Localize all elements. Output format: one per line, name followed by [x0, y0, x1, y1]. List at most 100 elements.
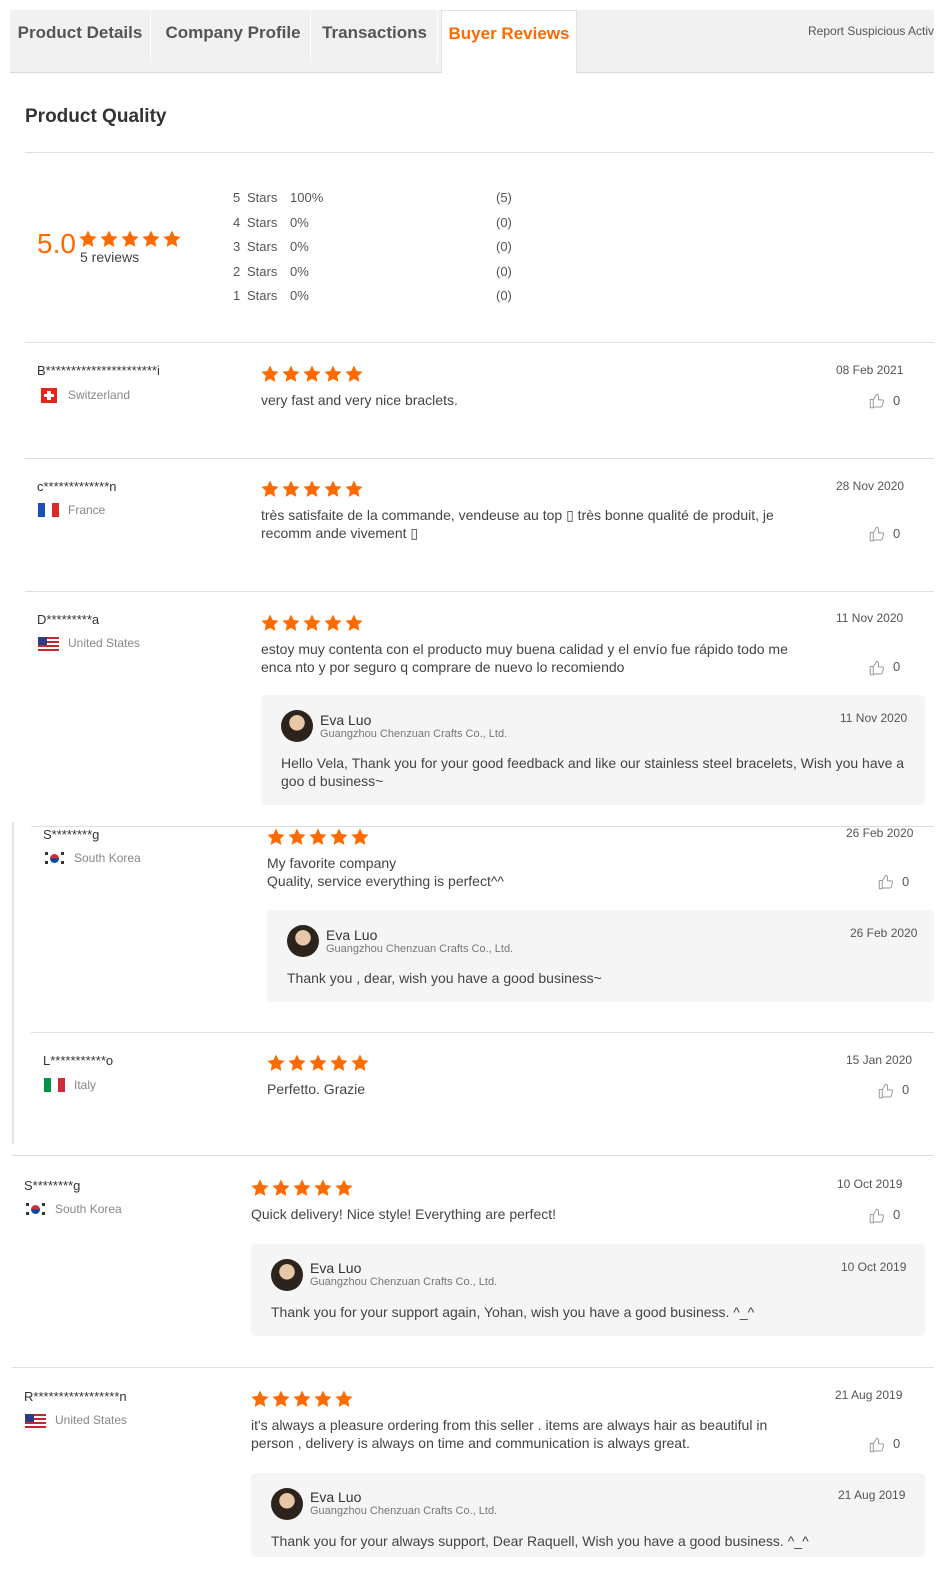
- thumbs-up-icon[interactable]: [868, 1436, 886, 1454]
- reply-text: Hello Vela, Thank you for your good feed…: [281, 755, 905, 789]
- reviewer-country: Italy: [74, 1078, 97, 1092]
- star-icon: [292, 1178, 312, 1198]
- seller-avatar: [287, 925, 319, 957]
- review-text: estoy muy contenta con el producto muy b…: [261, 641, 788, 675]
- review-date: 28 Nov 2020: [836, 479, 905, 493]
- reply-text: Thank you , dear, wish you have a good b…: [287, 970, 602, 986]
- star-icon: [99, 229, 119, 249]
- switzerland-flag-icon: [41, 388, 57, 403]
- star-icon: [323, 613, 343, 633]
- star-icon: [350, 827, 370, 847]
- reply-date: 26 Feb 2020: [850, 926, 918, 940]
- thumbs-up-icon[interactable]: [868, 659, 886, 677]
- review-text: Quick delivery! Nice style! Everything a…: [251, 1206, 557, 1222]
- seller-reply: Eva Luo Guangzhou Chenzuan Crafts Co., L…: [251, 1244, 925, 1336]
- star-icon: [271, 1389, 291, 1409]
- star-icon: [302, 479, 322, 499]
- review-text: Quality, service everything is perfect^^: [267, 873, 504, 889]
- divider: [25, 152, 934, 153]
- reviewer-country: France: [68, 503, 106, 517]
- like-count: 0: [893, 1207, 901, 1222]
- star-icon: [302, 364, 322, 384]
- like-count: 0: [902, 874, 910, 889]
- divider: [31, 1032, 934, 1033]
- reviewer-country: United States: [68, 636, 141, 650]
- review-stars: [260, 613, 364, 633]
- review-stars: [260, 364, 364, 384]
- tab-product-details[interactable]: Product Details: [10, 10, 151, 62]
- star-icon: [260, 479, 280, 499]
- star-icon: [334, 1178, 354, 1198]
- distribution-row: 5 Stars 100% (5): [233, 190, 533, 208]
- report-suspicious-link[interactable]: Report Suspicious Activity: [808, 24, 934, 38]
- review-stars: [260, 479, 364, 499]
- star-icon: [308, 827, 328, 847]
- star-icon: [323, 364, 343, 384]
- star-icon: [334, 1389, 354, 1409]
- star-icon: [162, 229, 182, 249]
- thumbs-up-icon[interactable]: [868, 1207, 886, 1225]
- tab-company-profile[interactable]: Company Profile: [156, 10, 311, 62]
- seller-reply: Eva Luo Guangzhou Chenzuan Crafts Co., L…: [267, 910, 934, 1002]
- tab-buyer-reviews[interactable]: Buyer Reviews: [441, 10, 577, 73]
- review-date: 15 Jan 2020: [846, 1053, 913, 1067]
- seller-company: Guangzhou Chenzuan Crafts Co., Ltd.: [326, 943, 514, 955]
- review-date: 26 Feb 2020: [846, 826, 914, 840]
- star-icon: [281, 364, 301, 384]
- reviewer-name: D*********a: [37, 612, 100, 627]
- star-icon: [329, 827, 349, 847]
- review-text: très satisfaite de la commande, vendeuse…: [261, 507, 774, 541]
- reply-text: Thank you for your always support, Dear …: [271, 1533, 809, 1549]
- distribution-row: 2 Stars 0% (0): [233, 264, 533, 282]
- seller-reply: Eva Luo Guangzhou Chenzuan Crafts Co., L…: [261, 695, 925, 805]
- seller-name: Eva Luo: [320, 712, 372, 728]
- italy-flag-icon: [44, 1078, 65, 1092]
- review-text: very fast and very nice braclets.: [261, 392, 458, 408]
- dist-stars-label: Stars: [247, 288, 278, 303]
- star-icon: [266, 1053, 286, 1073]
- review-stars: [266, 827, 370, 847]
- thumbs-up-icon[interactable]: [877, 1082, 895, 1100]
- reviewer-name: R*****************n: [24, 1389, 127, 1404]
- dist-stars-number: 5: [233, 190, 241, 205]
- tab-bar: Product Details Company Profile Transact…: [10, 10, 934, 73]
- reviewer-name: S********g: [43, 827, 100, 842]
- united-states-flag-icon: [25, 1414, 46, 1428]
- review-stars: [250, 1389, 354, 1409]
- reviewer-country: South Korea: [74, 851, 141, 865]
- tab-transactions[interactable]: Transactions: [312, 10, 438, 62]
- dist-percent: 0%: [290, 288, 309, 303]
- thumbs-up-icon[interactable]: [868, 525, 886, 543]
- seller-name: Eva Luo: [310, 1260, 362, 1276]
- star-icon: [260, 364, 280, 384]
- like-count: 0: [893, 659, 901, 674]
- star-icon: [271, 1178, 291, 1198]
- dist-count: (0): [496, 215, 512, 230]
- dist-percent: 0%: [290, 215, 309, 230]
- seller-company: Guangzhou Chenzuan Crafts Co., Ltd.: [310, 1505, 498, 1517]
- average-rating: 5.0: [37, 228, 76, 259]
- like-count: 0: [893, 393, 901, 408]
- thumbs-up-icon[interactable]: [877, 873, 895, 891]
- star-icon: [266, 827, 286, 847]
- review-date: 11 Nov 2020: [836, 611, 904, 625]
- like-count: 0: [893, 1436, 901, 1451]
- dist-percent: 0%: [290, 239, 309, 254]
- united-states-flag-icon: [38, 637, 59, 651]
- star-icon: [308, 1053, 328, 1073]
- review-stars: [266, 1053, 370, 1073]
- france-flag-icon: [38, 503, 59, 517]
- star-icon: [344, 613, 364, 633]
- review-date: 21 Aug 2019: [835, 1388, 903, 1402]
- star-icon: [250, 1178, 270, 1198]
- review-text: it's always a pleasure ordering from thi…: [251, 1417, 768, 1451]
- star-icon: [313, 1178, 333, 1198]
- thumbs-up-icon[interactable]: [868, 392, 886, 410]
- dist-stars-number: 3: [233, 239, 241, 254]
- seller-avatar: [271, 1488, 303, 1520]
- reviewer-country: South Korea: [55, 1202, 122, 1216]
- star-icon: [329, 1053, 349, 1073]
- star-icon: [344, 479, 364, 499]
- like-count: 0: [893, 526, 901, 541]
- dist-stars-number: 1: [233, 288, 241, 303]
